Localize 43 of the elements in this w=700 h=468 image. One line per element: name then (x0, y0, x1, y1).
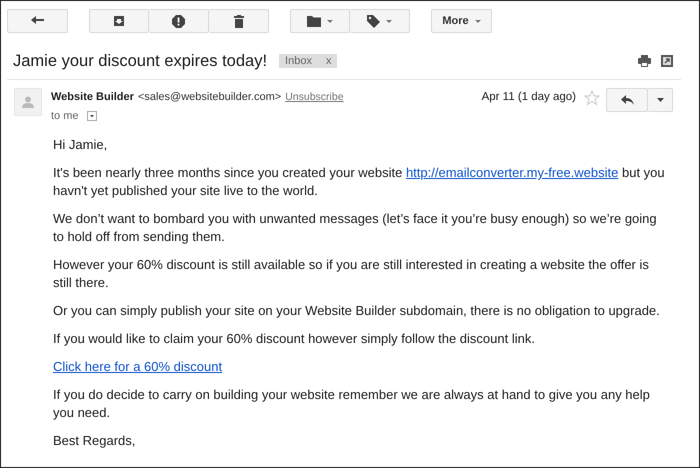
labels-button[interactable] (350, 9, 410, 33)
label-text: Inbox (285, 55, 312, 67)
caret-icon (656, 98, 664, 102)
new-window-icon[interactable] (661, 55, 673, 67)
remove-label-button[interactable]: x (326, 55, 332, 67)
message-paragraph: Best Regards, (53, 432, 136, 450)
more-actions-button[interactable] (648, 88, 673, 112)
unsubscribe-link[interactable]: Unsubscribe (285, 91, 344, 103)
trash-icon (234, 14, 244, 28)
spam-icon (172, 14, 185, 28)
details-dropdown-icon[interactable] (86, 111, 97, 121)
star-icon[interactable] (584, 90, 600, 106)
sender-name: Website Builder (51, 91, 134, 103)
more-button[interactable]: More (431, 9, 492, 33)
back-arrow-icon (30, 16, 44, 26)
message-paragraph: However your 60% discount is still available so if you are still interested in creating a website the offer is still there. (53, 256, 650, 292)
message-paragraph: If you would like to claim your 60% discount however simply follow the discount link. (53, 330, 536, 348)
caret-icon (327, 20, 333, 22)
delete-button[interactable] (209, 9, 269, 33)
discount-link[interactable]: Click here for a 60% discount (53, 359, 222, 374)
caret-icon (474, 20, 481, 22)
reply-arrow-icon (620, 95, 634, 105)
folder-icon (307, 16, 321, 26)
print-icon[interactable] (638, 55, 651, 67)
website-link[interactable]: http://emailconverter.my-free.website (406, 165, 618, 180)
caret-icon (386, 20, 392, 22)
move-to-button[interactable] (290, 9, 350, 33)
message-paragraph: Hi Jamie, (53, 136, 108, 154)
tag-icon (367, 14, 380, 28)
recipient-text: to me (51, 110, 79, 122)
avatar-placeholder (14, 88, 42, 116)
message-paragraph: Or you can simply publish your site on your Website Builder subdomain, there is no obligation to upgrade. (53, 302, 661, 320)
spam-button[interactable] (149, 9, 209, 33)
email-date: Apr 11 (1 day ago) (482, 91, 576, 103)
message-paragraph: We don’t want to bombard you with unwanted messages (let’s face it you’re busy enough) so we’re going to hold off from sending them. (53, 210, 658, 246)
message-paragraph: It's been nearly three months since you created your website http://emailconverter.my-free.website but you havn't yet published your site live to the world. (53, 164, 666, 200)
archive-button[interactable] (89, 9, 149, 33)
sender-email: <sales@websitebuilder.com> (138, 91, 282, 103)
reply-button[interactable] (606, 88, 648, 112)
email-subject: Jamie your discount expires today! (13, 52, 268, 70)
back-button[interactable] (7, 9, 68, 33)
archive-icon (113, 15, 125, 27)
message-paragraph: If you do decide to carry on building your website remember we are always at hand to give you any help you need. (53, 386, 651, 422)
